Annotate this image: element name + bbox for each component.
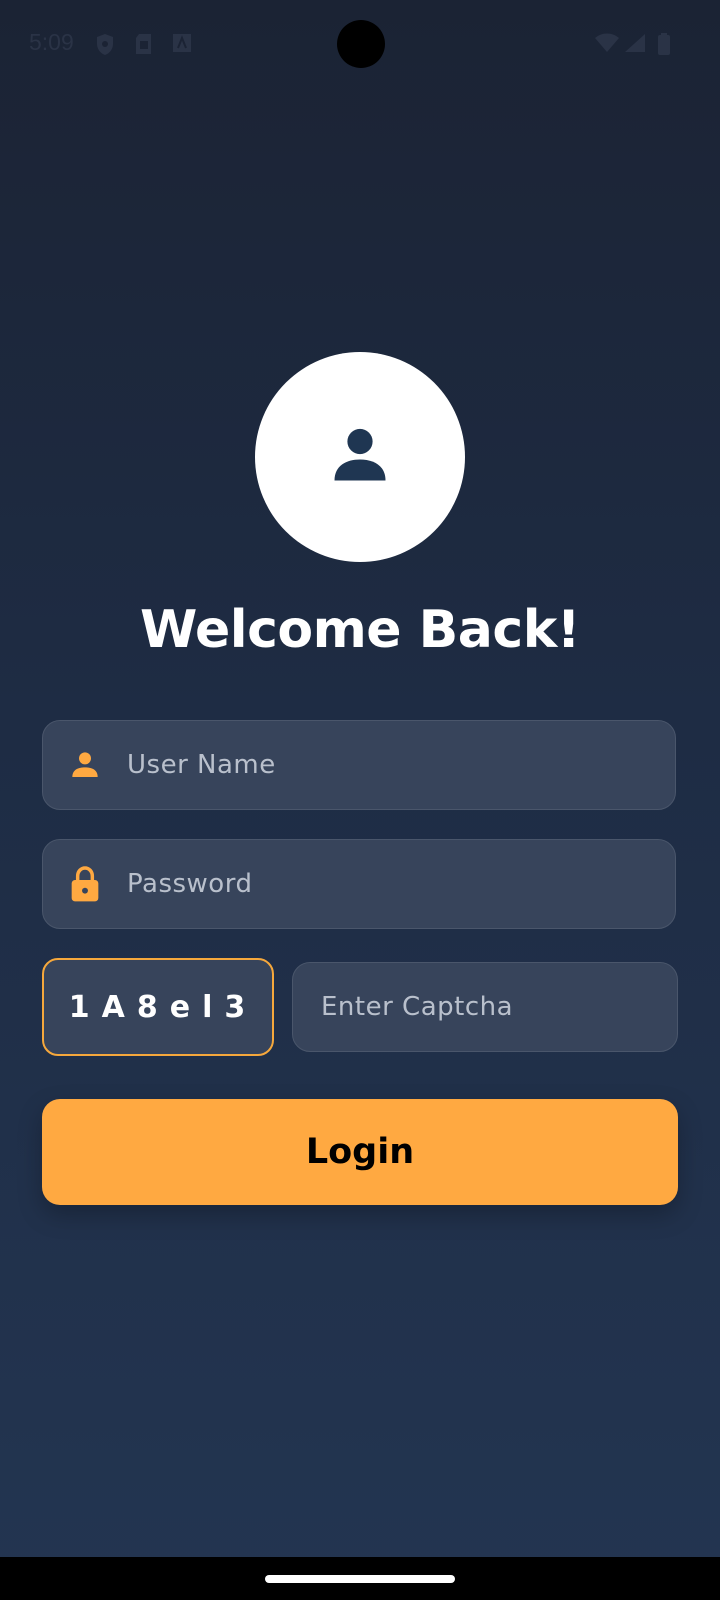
username-input[interactable] xyxy=(127,721,657,809)
person-icon xyxy=(324,419,396,496)
password-input[interactable] xyxy=(127,840,657,928)
shield-icon xyxy=(95,33,115,62)
signal-icon xyxy=(624,33,646,58)
font-icon xyxy=(172,33,192,58)
password-field[interactable] xyxy=(42,839,676,929)
sim-card-icon xyxy=(134,33,153,60)
battery-icon xyxy=(657,33,671,60)
status-bar: 5:09 xyxy=(0,0,720,90)
avatar xyxy=(255,352,465,562)
page-title: Welcome Back! xyxy=(139,600,581,660)
wifi-icon xyxy=(594,33,620,58)
lock-icon xyxy=(67,864,103,904)
captcha-field[interactable] xyxy=(292,962,678,1052)
captcha-code: 1A8el3 xyxy=(42,958,274,1056)
username-field[interactable] xyxy=(42,720,676,810)
captcha-input[interactable] xyxy=(321,963,661,1051)
status-time: 5:09 xyxy=(29,29,74,55)
person-icon xyxy=(67,745,103,785)
home-indicator[interactable] xyxy=(265,1575,455,1583)
login-button[interactable]: Login xyxy=(42,1099,678,1205)
camera-cutout xyxy=(337,20,385,68)
